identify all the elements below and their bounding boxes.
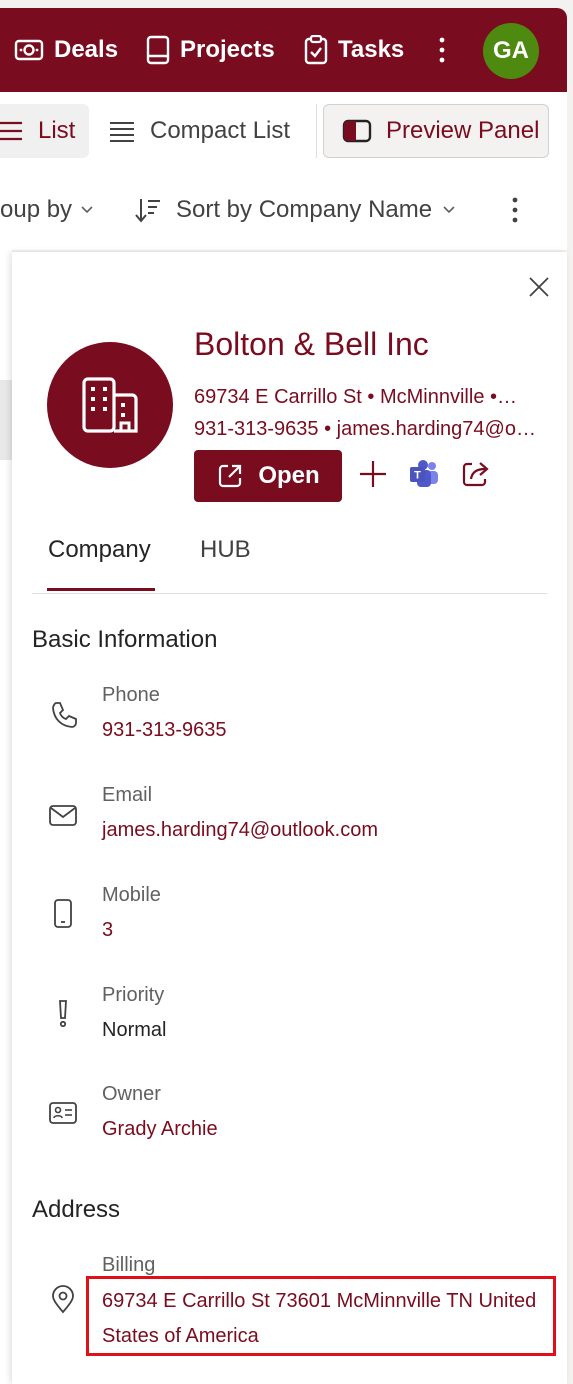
top-nav-bar: Deals Projects Tasks GA <box>0 8 567 92</box>
nav-deals[interactable]: Deals <box>14 8 118 92</box>
open-external-icon <box>219 464 242 488</box>
open-button-label: Open <box>258 462 320 489</box>
active-tab-indicator <box>47 588 155 591</box>
toolbar-more-icon[interactable] <box>505 194 525 226</box>
sort-icon <box>135 199 160 223</box>
nav-tasks-label: Tasks <box>338 36 405 63</box>
preview-panel-icon <box>342 119 372 143</box>
group-by-label: oup by <box>0 196 73 223</box>
view-preview-panel-button[interactable]: Preview Panel <box>323 104 549 158</box>
view-compact-list-label: Compact List <box>150 117 291 144</box>
priority-label: Priority <box>102 984 165 1006</box>
list-toolbar: oup by Sort by Company Name <box>0 170 567 250</box>
list-icon <box>0 121 22 141</box>
basic-information-title: Basic Information <box>32 626 218 653</box>
owner-value[interactable]: Grady Archie <box>102 1118 218 1141</box>
view-preview-panel-label: Preview Panel <box>386 117 540 144</box>
list-background <box>0 250 12 1384</box>
tab-company[interactable]: Company <box>48 536 151 564</box>
sort-button[interactable]: Sort by Company Name <box>134 170 456 250</box>
open-button[interactable]: Open <box>194 450 342 502</box>
tab-divider <box>32 593 547 594</box>
chevron-down-icon <box>443 206 455 214</box>
billing-address-value[interactable]: 69734 E Carrillo St 73601 McMinnville TN… <box>102 1284 562 1354</box>
owner-label: Owner <box>102 1083 161 1105</box>
projects-icon <box>146 35 170 65</box>
nav-deals-label: Deals <box>54 36 119 63</box>
mobile-label: Mobile <box>102 884 161 906</box>
nav-projects[interactable]: Projects <box>146 8 275 92</box>
priority-value: Normal <box>102 1019 167 1041</box>
mail-icon <box>49 805 77 826</box>
nav-projects-label: Projects <box>180 36 275 63</box>
tab-hub[interactable]: HUB <box>200 536 251 564</box>
phone-value[interactable]: 931-313-9635 <box>102 719 227 742</box>
svg-text:T: T <box>414 470 421 482</box>
view-list-label: List <box>38 117 76 144</box>
close-icon[interactable] <box>526 274 552 300</box>
view-switcher-bar: List Compact List Preview Panel <box>0 92 567 170</box>
group-by-button[interactable]: oup by <box>0 170 94 250</box>
company-avatar <box>47 342 173 468</box>
phone-icon <box>52 702 77 728</box>
mobile-value[interactable]: 3 <box>102 919 113 942</box>
address-title: Address <box>32 1196 121 1223</box>
contact-card-icon <box>49 1102 77 1124</box>
nav-tasks[interactable]: Tasks <box>304 8 404 92</box>
avatar[interactable]: GA <box>483 23 539 79</box>
billing-label: Billing <box>102 1254 156 1276</box>
building-icon <box>82 377 138 433</box>
priority-icon <box>59 1000 67 1028</box>
location-icon <box>52 1285 74 1314</box>
more-icon[interactable] <box>432 32 452 68</box>
company-meta-contact: 931-313-9635 • james.harding74@o… <box>194 418 536 440</box>
sort-label: Sort by Company Name <box>176 196 433 223</box>
view-list-button[interactable]: List <box>0 104 89 158</box>
share-icon[interactable] <box>460 458 492 490</box>
tasks-icon <box>304 35 328 65</box>
company-name: Bolton & Bell Inc <box>194 326 429 362</box>
company-meta-address: 69734 E Carrillo St • McMinnville •… <box>194 386 517 408</box>
compact-list-icon <box>110 122 134 142</box>
preview-panel: Bolton & Bell Inc 69734 E Carrillo St • … <box>12 252 567 1384</box>
email-label: Email <box>102 784 153 806</box>
view-divider <box>316 104 317 158</box>
chevron-down-icon <box>81 206 93 214</box>
teams-icon[interactable]: T <box>408 458 440 490</box>
mobile-icon <box>54 899 72 928</box>
add-icon[interactable] <box>357 458 389 490</box>
deals-icon <box>14 39 44 61</box>
view-compact-list-button[interactable]: Compact List <box>108 104 290 158</box>
email-value[interactable]: james.harding74@outlook.com <box>102 819 378 842</box>
phone-label: Phone <box>102 684 160 706</box>
